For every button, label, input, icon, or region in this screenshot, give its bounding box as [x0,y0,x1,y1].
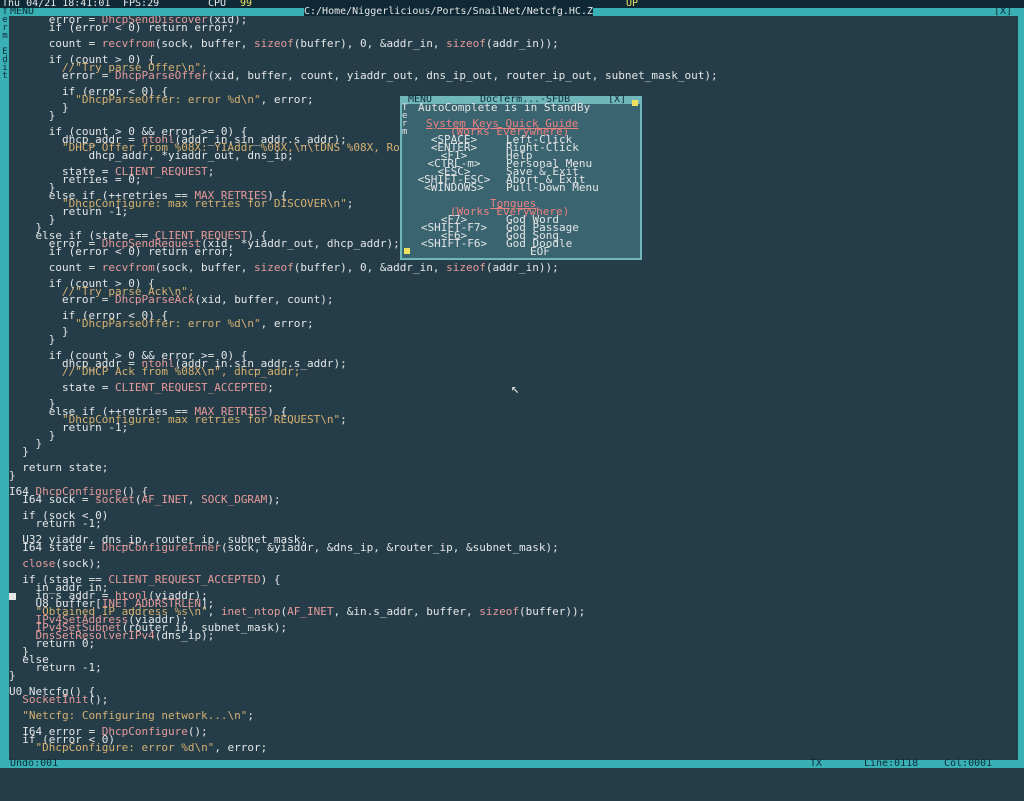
shortcut-key[interactable]: <WINDOWS> [410,182,498,193]
code-line[interactable]: } [9,334,56,345]
left-window-border[interactable]: TermEdit [0,8,9,760]
column-number: Col:0001 [944,758,993,769]
mouse-pointer-icon: ↖ [511,381,520,397]
code-line[interactable]: close(sock); [9,558,101,569]
code-line[interactable]: state = CLIENT_REQUEST_ACCEPTED; [9,382,274,393]
up-label: UP [626,0,639,9]
file-path-title: C:/Home/Niggerlicious/Ports/SnailNet/Net… [304,6,593,17]
code-line[interactable]: error = DhcpParseOffer(xid, buffer, coun… [9,70,718,81]
shortcut-key[interactable]: <SHIFT-F6> [410,238,498,249]
code-line[interactable]: if (error < 0) return error; [9,22,234,33]
code-line[interactable]: count = recvfrom(sock, buffer, sizeof(bu… [9,262,559,273]
editor-status-bar: Undo:001 TX Line:0118 Col:0001 [0,758,1024,769]
popup-side-letter: m [402,127,408,137]
window-title-bar[interactable]: MENU C:/Home/Niggerlicious/Ports/SnailNe… [0,6,1024,17]
code-line[interactable]: return -1; [9,662,101,673]
code-line[interactable]: I64 state = DhcpConfigureInner(sock, &yi… [9,542,558,553]
code-line[interactable]: } [9,670,16,681]
code-line[interactable]: dhcp_addr, *yiaddr_out, dns_ip; [9,150,293,161]
fps-text: FPS:29 [123,0,160,9]
code-line[interactable]: return -1; [9,518,101,529]
popup-close-button[interactable]: [X] [608,95,626,105]
code-line[interactable]: if (error < 0) return error; [9,246,234,257]
shortcut-description[interactable]: Pull-Down Menu [506,182,599,193]
line-number: Line:0118 [864,758,919,769]
window-close-button[interactable]: [X] [994,7,1012,17]
cpu-value: 99 [240,0,253,9]
code-line[interactable]: I64 sock = socket(AF_INET, SOCK_DGRAM); [9,494,280,505]
cpu-label: CPU [208,0,227,9]
docterm-popup-window[interactable]: MENU DocTerm... -SFDB [X] Term AutoCompl… [400,95,642,260]
code-line[interactable]: count = recvfrom(sock, buffer, sizeof(bu… [9,38,559,49]
window-menu-button[interactable]: MENU [10,7,34,17]
code-line[interactable]: "Netcfg: Configuring network...\n"; [9,710,254,721]
code-line[interactable]: SocketInit(); [9,694,108,705]
line-marker-icon [9,593,16,600]
undo-counter: Undo:001 [10,758,59,769]
sidebar-letter[interactable]: t [1,72,9,81]
sidebar-letter[interactable]: m [1,32,9,41]
autocomplete-status: AutoComplete is in StandBy [418,101,591,114]
code-line[interactable]: } [9,470,16,481]
code-line[interactable]: } [9,110,56,121]
vertical-scrollbar[interactable] [1018,16,1024,760]
tx-indicator: TX [810,758,823,769]
code-line[interactable]: error = DhcpParseAck(xid, buffer, count)… [9,294,334,305]
code-line[interactable]: "DhcpConfigure: error %d\n", error; [9,742,268,753]
resize-corner-icon[interactable] [404,248,410,254]
code-line[interactable]: return state; [9,462,108,473]
code-line[interactable]: //"DHCP Ack from %08X\n", dhcp_addr; [9,366,300,377]
eof-marker: EOF [530,245,550,258]
code-line[interactable]: } [9,446,29,457]
resize-corner-icon[interactable] [632,100,638,106]
